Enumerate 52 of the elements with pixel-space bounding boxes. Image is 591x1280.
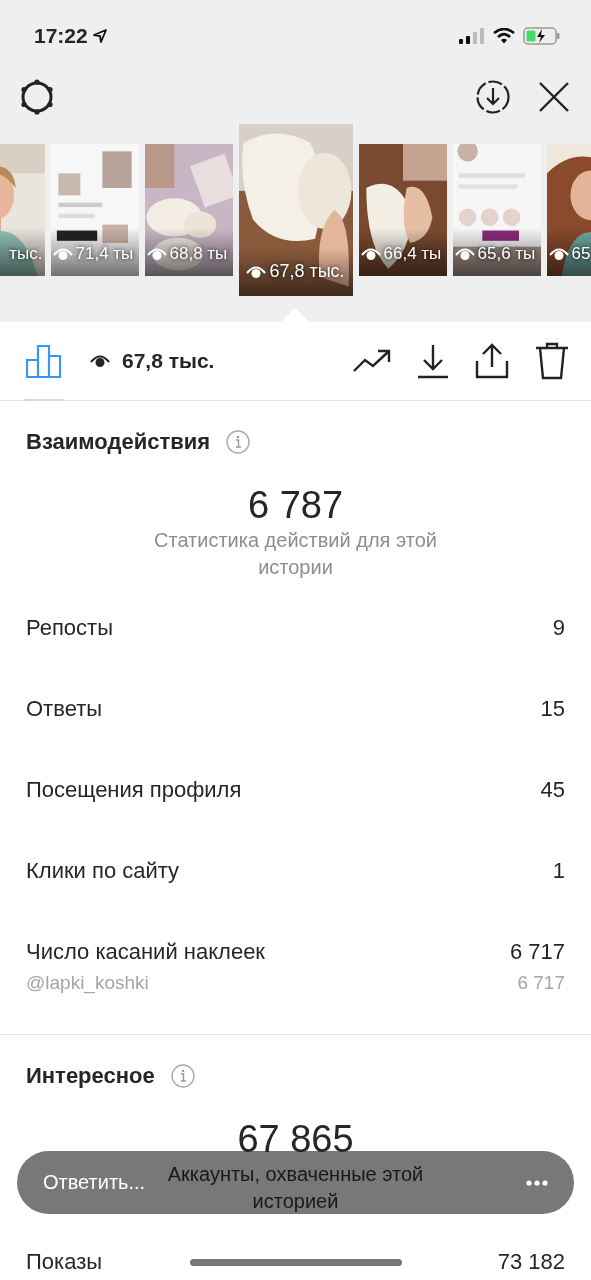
view-count: 68,8 ты (169, 244, 228, 264)
view-count: 66,4 ты (383, 244, 442, 264)
delete-icon[interactable] (535, 342, 569, 380)
total-count: 6 787 (246, 483, 345, 527)
download-icon[interactable] (475, 79, 511, 115)
total-caption: Статистика действий для этой истории (153, 528, 438, 580)
metric-label: Клики по сайту (26, 857, 180, 884)
story-thumbnail[interactable]: 65,6 ты (452, 144, 541, 276)
eye-icon (90, 354, 110, 368)
metric-label: Показы (26, 1248, 103, 1275)
view-count: 65 (571, 244, 591, 264)
section-title: Интересное (26, 1063, 155, 1089)
eye-icon (548, 247, 569, 261)
view-count: 71,4 ты (75, 244, 134, 264)
metric-value: 9 (552, 614, 565, 641)
signal-icon (459, 28, 485, 44)
metric-label: Репосты (26, 614, 113, 641)
view-count: 67,8 тыс. (269, 261, 345, 282)
metric-label: Ответы (26, 695, 103, 722)
close-icon[interactable] (537, 80, 571, 114)
eye-icon (52, 247, 73, 261)
metric-label: Число касаний наклеек (26, 938, 265, 965)
story-thumbnail[interactable]: 68,8 ты (144, 144, 233, 276)
battery-charging-icon (523, 27, 561, 45)
location-arrow-icon (92, 29, 107, 43)
view-count: тыс. (9, 244, 43, 264)
eye-icon (454, 247, 475, 261)
wifi-icon (493, 28, 515, 44)
section-title: Взаимодействия (26, 429, 211, 455)
download-icon[interactable] (417, 343, 449, 379)
metric-value: 73 182 (497, 1248, 565, 1275)
trending-up-icon[interactable] (353, 349, 391, 373)
metric-value: 1 (552, 857, 565, 884)
metric-value: 45 (540, 776, 565, 803)
metric-value: 6 717 (509, 938, 565, 965)
view-count: 67,8 тыс. (122, 349, 215, 373)
settings-icon[interactable] (18, 78, 56, 116)
eye-icon (246, 264, 267, 279)
share-icon[interactable] (475, 343, 509, 379)
sticker-name: @lapki_koshki (26, 972, 149, 994)
story-thumbnail[interactable]: 67,8 тыс. (238, 124, 353, 296)
clock-time: 17:22 (34, 24, 88, 48)
metric-label: Посещения профиля (26, 776, 242, 803)
metric-value: 6 717 (517, 972, 565, 994)
eye-icon (360, 247, 381, 261)
total-caption: Аккаунты, охваченные этой историей (166, 1162, 425, 1214)
story-thumbnail[interactable]: 66,4 ты (358, 144, 447, 276)
eye-icon (146, 247, 167, 261)
more-icon[interactable] (526, 1179, 548, 1186)
view-count: 65,6 ты (477, 244, 536, 264)
metric-value: 15 (540, 695, 565, 722)
bar-chart-icon (26, 343, 62, 378)
